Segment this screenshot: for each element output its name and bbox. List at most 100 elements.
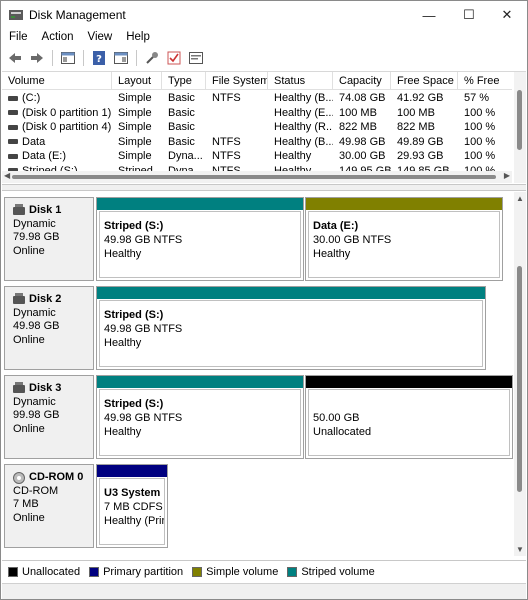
forward-button[interactable] [27,49,47,67]
partition-detail: 49.98 GB NTFS [104,234,183,246]
volume-file-system [206,120,268,135]
volume-name: Data [22,135,46,148]
menu-action[interactable]: Action [34,29,80,47]
column-header-percent-free[interactable]: % Free [458,72,512,90]
legend-item-unallocated: Unallocated [8,566,80,578]
volume-file-system: NTFS [212,135,241,148]
partition-name: Striped (S:) [104,309,164,321]
menu-view[interactable]: View [80,29,119,47]
minimize-button[interactable]: — [407,1,451,29]
partition-striped-s[interactable]: Striped (S:) 49.98 GB NTFS Healthy [96,197,304,281]
scrollbar-thumb[interactable] [517,90,522,150]
disk-label[interactable]: Disk 1 Dynamic 79.98 GB Online [4,197,94,281]
volume-layout: Simple [118,92,152,104]
disk-type: Dynamic [13,217,56,230]
volume-type: Basic [168,106,195,119]
column-header-volume[interactable]: Volume [2,72,112,90]
scroll-right-icon[interactable]: ▶ [504,171,510,180]
minimize-icon: — [422,7,436,23]
table-row[interactable]: (C:) Simple Basic NTFS Healthy (B... 74.… [2,91,512,106]
partition-striped-s[interactable]: Striped (S:) 49.98 GB NTFS Healthy [96,286,486,370]
close-button[interactable]: ✕ [485,1,528,29]
legend-swatch [89,566,100,577]
partition-color-bar [306,198,502,210]
help-icon: ? [93,51,105,65]
menu-help[interactable]: Help [118,29,156,47]
disk-label[interactable]: CD-ROM 0 CD-ROM 7 MB Online [4,464,94,548]
volume-status: Healthy [274,150,312,162]
volume-status: Healthy (E... [274,106,333,119]
volume-percent-free: 100 % [464,150,496,162]
rescan-button[interactable] [164,49,184,67]
column-header-type[interactable]: Type [162,72,206,90]
partition-data-e[interactable]: Data (E:) 30.00 GB NTFS Healthy [305,197,503,281]
legend-label: Unallocated [22,565,81,578]
disk-graphical-view[interactable]: Disk 1 Dynamic 79.98 GB Online Striped (… [2,192,526,556]
partition-status: Unallocated [313,426,372,438]
settings-button[interactable] [186,49,206,67]
partition-color-bar [306,376,512,388]
table-row[interactable]: Data Simple Basic NTFS Healthy (B... 49.… [2,135,512,150]
column-header-free-space[interactable]: Free Space [391,72,458,90]
disk-row-disk-3: Disk 3 Dynamic 99.98 GB Online Striped (… [4,375,514,459]
scroll-left-icon[interactable]: ◀ [4,171,10,180]
legend-swatch [8,566,18,577]
back-button[interactable] [5,49,25,67]
pane-splitter[interactable] [2,184,526,191]
volume-name: (Disk 0 partition 4) [22,121,112,133]
close-icon: ✕ [501,7,513,22]
partition-name: U3 System [104,487,161,499]
partition-detail: 49.98 GB NTFS [104,412,183,424]
partition-status: Healthy [104,426,142,438]
legend-label: Striped volume [301,565,375,578]
table-row[interactable]: Data (E:) Simple Dyna... NTFS Healthy 30… [2,149,512,164]
toolbar-separator [136,50,137,66]
help-button[interactable]: ? [89,49,109,67]
partition-status: Healthy (Prir [104,515,165,527]
partition-detail: 7 MB CDFS [104,501,163,513]
menu-file[interactable]: File [1,29,34,47]
legend-item-striped-volume: Striped volume [287,565,375,578]
show-hide-console-tree-button[interactable] [58,49,78,67]
volume-list-horizontal-scrollbar[interactable]: ◀ ▶ [2,171,512,183]
status-bar [2,583,526,599]
partition-detail: 50.00 GB [313,412,360,424]
scrollbar-thumb[interactable] [517,266,522,492]
volume-capacity: 100 MB [339,106,377,119]
scroll-down-icon[interactable]: ▼ [516,545,524,554]
volume-list[interactable]: Volume Layout Type File System Status Ca… [2,71,526,183]
volume-free-space: 100 MB [397,106,435,119]
title-bar[interactable]: Disk Management — ☐ ✕ [1,1,527,29]
legend-label: Simple volume [206,565,279,578]
disk-label[interactable]: Disk 2 Dynamic 49.98 GB Online [4,286,94,370]
table-row[interactable]: (Disk 0 partition 4) Simple Basic Health… [2,120,512,135]
legend: Unallocated Primary partition Simple vol… [2,560,526,582]
volume-layout: Simple [118,135,152,148]
volume-list-vertical-scrollbar[interactable] [514,72,526,183]
disk-status: Online [13,333,45,346]
partition-status: Healthy [104,337,142,349]
column-header-status[interactable]: Status [268,72,333,90]
column-header-layout[interactable]: Layout [112,72,162,90]
drive-icon [8,153,18,159]
settings-icon [189,52,203,64]
partition-color-bar [97,198,303,210]
disk-view-vertical-scrollbar[interactable]: ▲ ▼ [514,192,526,556]
scrollbar-thumb[interactable] [12,175,496,179]
properties-button[interactable] [111,49,131,67]
partition-u3-system[interactable]: U3 System 7 MB CDFS Healthy (Prir [96,464,168,548]
column-header-file-system[interactable]: File System [206,72,268,90]
volume-free-space: 49.89 GB [397,135,444,148]
column-header-capacity[interactable]: Capacity [333,72,391,90]
disk-label[interactable]: Disk 3 Dynamic 99.98 GB Online [4,375,94,459]
svg-text:?: ? [96,54,102,65]
table-row[interactable]: (Disk 0 partition 1) Simple Basic Health… [2,106,512,121]
cd-rom-icon [13,471,25,484]
disk-name: CD-ROM 0 [29,471,84,483]
scroll-up-icon[interactable]: ▲ [516,194,524,203]
partition-unallocated[interactable]: 50.00 GB Unallocated [305,375,513,459]
disk-row-disk-2: Disk 2 Dynamic 49.98 GB Online Striped (… [4,286,514,370]
partition-striped-s[interactable]: Striped (S:) 49.98 GB NTFS Healthy [96,375,304,459]
disk-name: Disk 3 [29,382,62,394]
connect-button[interactable] [142,49,162,67]
